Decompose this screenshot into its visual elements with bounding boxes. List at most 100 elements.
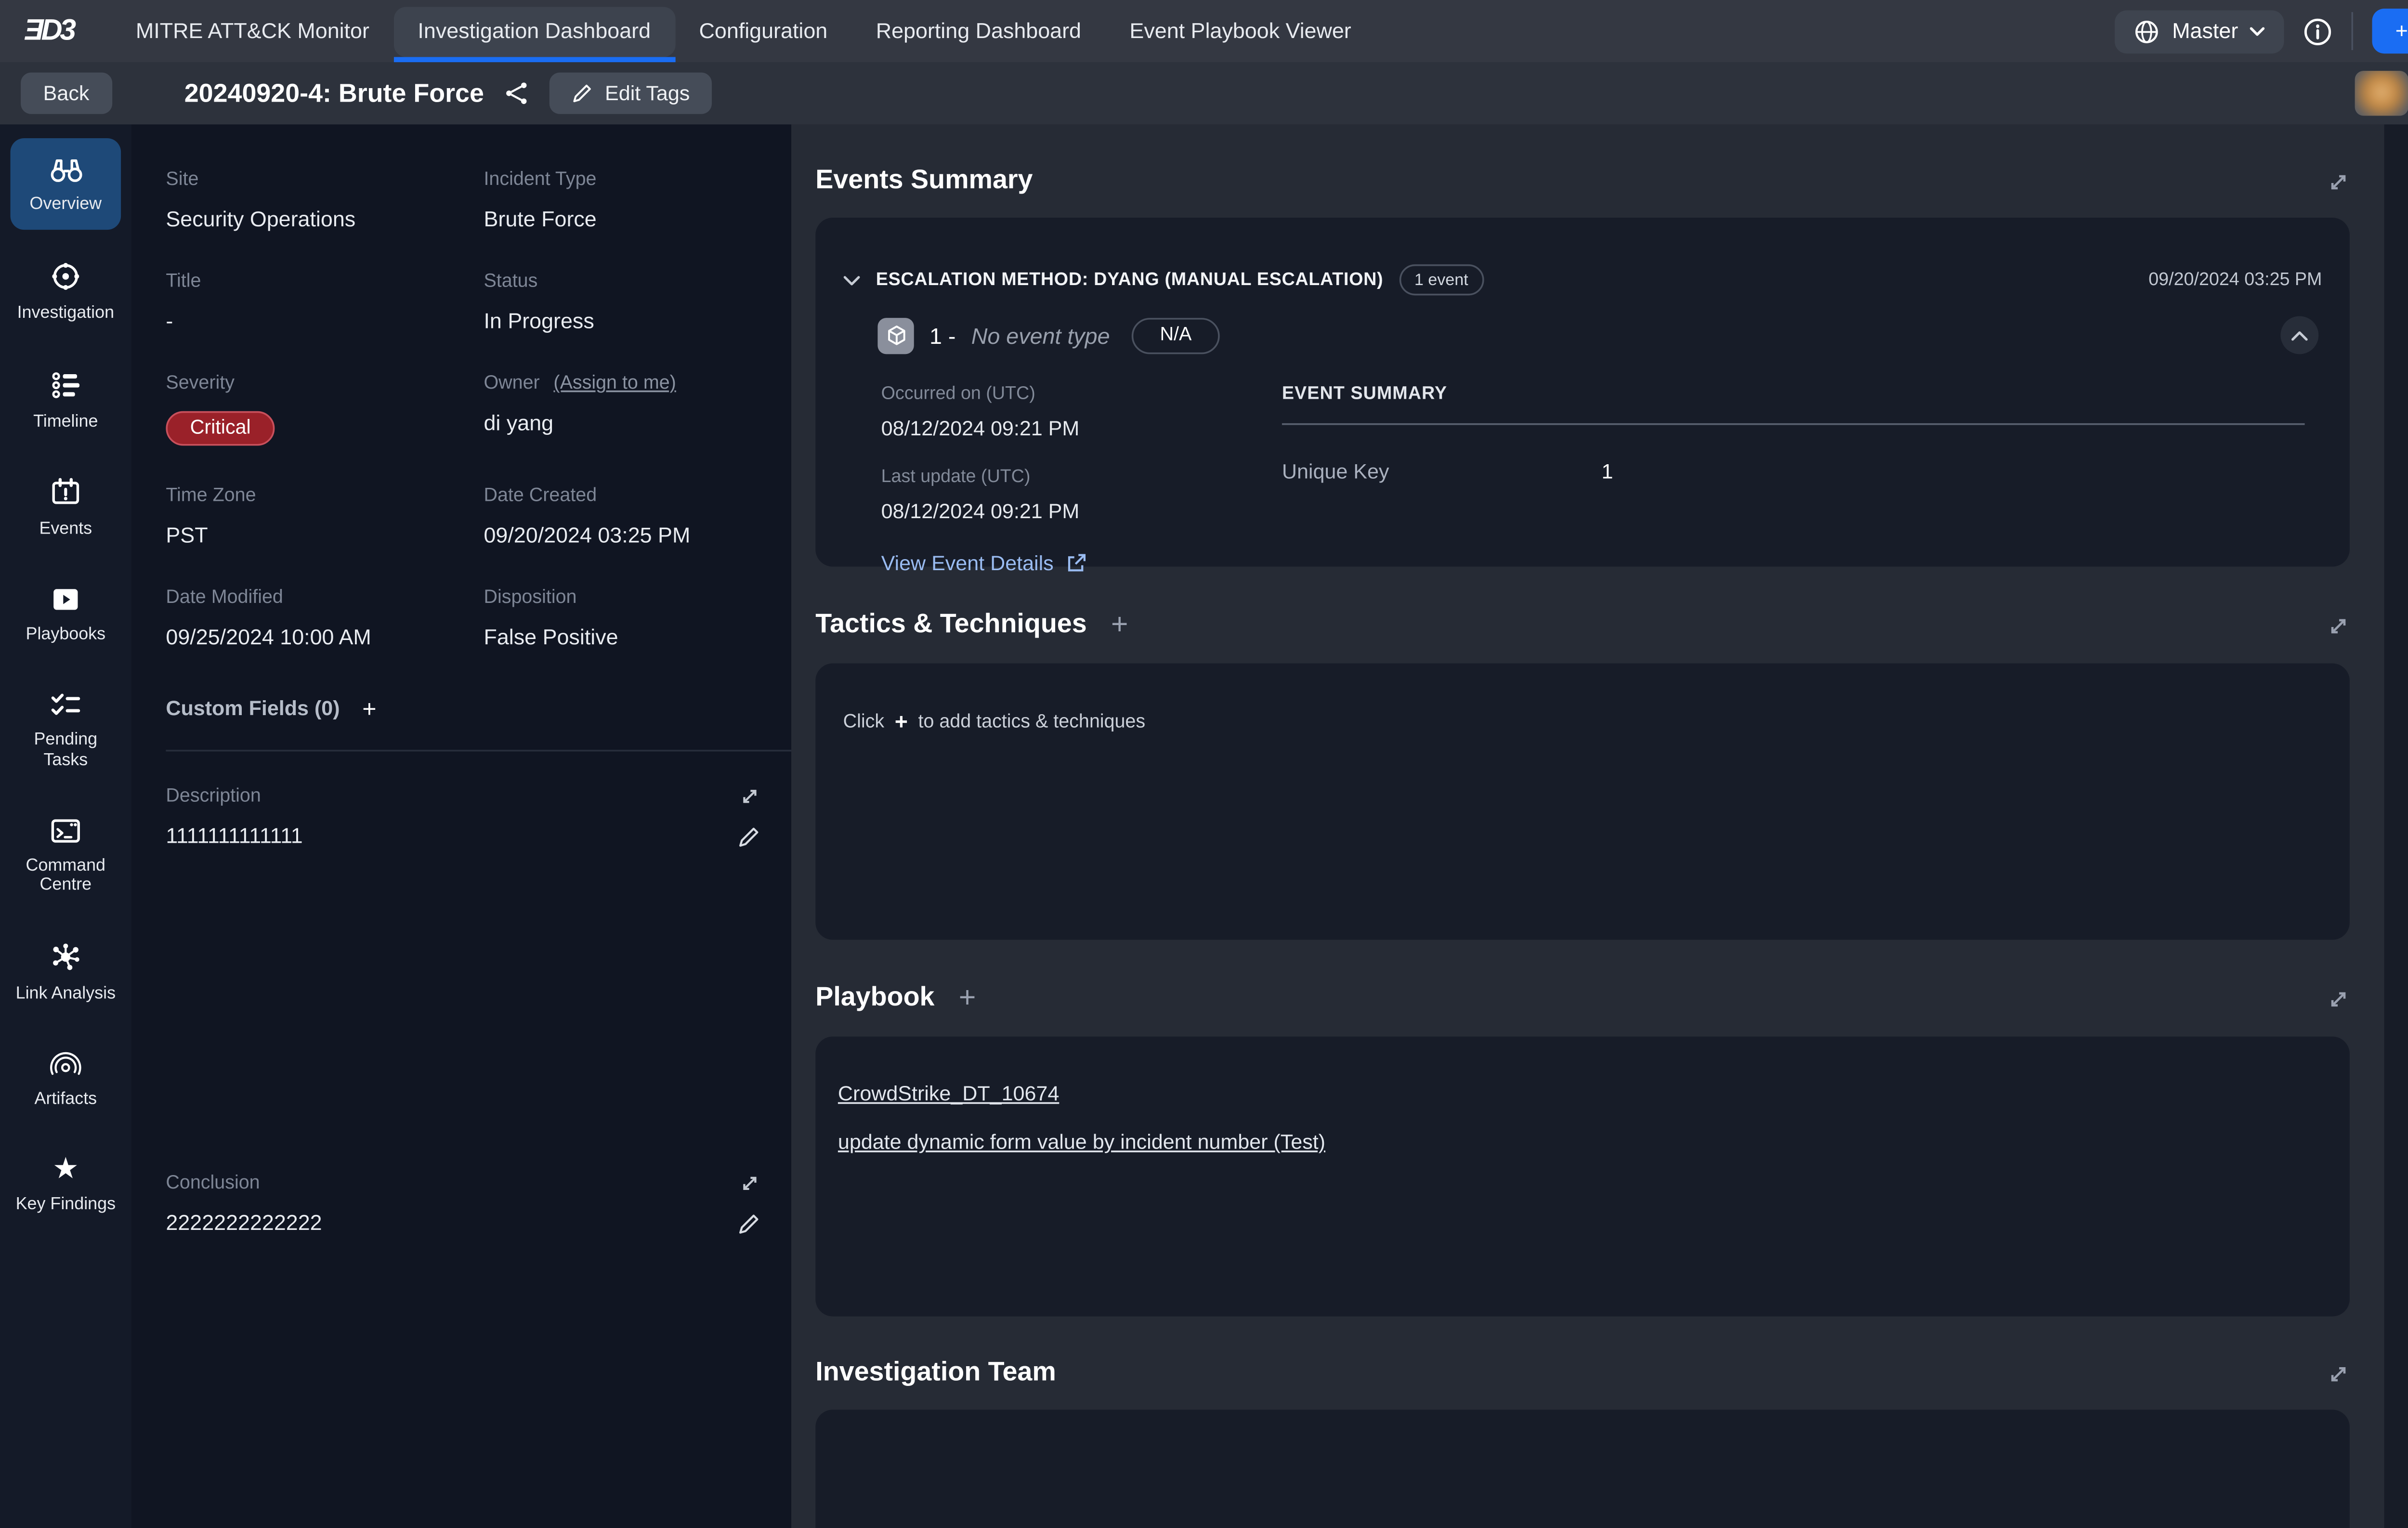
- owner-avatar: [2355, 71, 2408, 116]
- event-group-row[interactable]: ESCALATION METHOD: DYANG (MANUAL ESCALAT…: [843, 264, 2322, 296]
- incident-details-panel: Site Security Operations Incident Type B…: [131, 124, 791, 1528]
- severity-badge[interactable]: Critical: [166, 411, 275, 446]
- edit-description-icon[interactable]: [738, 825, 760, 848]
- investigation-team-title: Investigation Team: [815, 1358, 1056, 1389]
- conclusion-section: Conclusion 2222222222222: [166, 1173, 760, 1235]
- investigation-team-card: [815, 1410, 2350, 1528]
- rail-label: Command Centre: [14, 856, 118, 897]
- tab-reporting-dashboard[interactable]: Reporting Dashboard: [851, 6, 1105, 56]
- expand-icon[interactable]: [2327, 170, 2350, 193]
- divider: [2352, 12, 2354, 50]
- last-update-label: Last update (UTC): [881, 467, 1282, 487]
- playbook-link-update-dynamic-form[interactable]: update dynamic form value by incident nu…: [838, 1130, 1325, 1154]
- rail-item-pending-tasks[interactable]: Pending Tasks: [11, 676, 121, 785]
- overview-content: Events Summary ESCALATION METHOD: DYANG …: [791, 124, 2384, 1528]
- app-window: ƎD3 MITRE ATT&CK Monitor Investigation D…: [0, 0, 2408, 1528]
- target-icon: [48, 259, 83, 293]
- add-custom-field-button[interactable]: +: [362, 694, 376, 722]
- events-summary-header: Events Summary: [815, 166, 2350, 197]
- chevron-down-icon: [2250, 25, 2265, 37]
- overview-module-panel: Overview Module Select from the followin…: [2384, 124, 2408, 1528]
- plus-icon: +: [895, 708, 908, 734]
- occurred-on-label: Occurred on (UTC): [881, 383, 1282, 404]
- field-title: Title -: [166, 271, 484, 333]
- rail-item-investigation[interactable]: Investigation: [11, 245, 121, 338]
- add-playbook-button[interactable]: +: [959, 981, 976, 1016]
- share-icon[interactable]: [505, 81, 529, 105]
- incident-header: Back 20240920-4: Brute Force Edit Tags ×…: [0, 62, 2408, 124]
- event-type-placeholder: No event type: [971, 322, 1110, 348]
- add-tactics-button[interactable]: +: [1111, 608, 1128, 643]
- new-incident-button[interactable]: + Incident: [2373, 9, 2408, 53]
- collapse-event-button[interactable]: [2280, 316, 2318, 354]
- last-update-value: 08/12/2024 09:21 PM: [881, 499, 1282, 523]
- star-icon: ★: [52, 1154, 79, 1185]
- tab-event-playbook-viewer[interactable]: Event Playbook Viewer: [1105, 6, 1375, 56]
- tab-configuration[interactable]: Configuration: [675, 6, 851, 56]
- expand-icon[interactable]: [739, 1173, 760, 1194]
- pencil-icon: [572, 83, 593, 104]
- rail-item-link-analysis[interactable]: Link Analysis: [11, 926, 121, 1019]
- expand-icon[interactable]: [2327, 614, 2350, 637]
- event-row[interactable]: 1 - No event type N/A: [877, 316, 2318, 354]
- expand-icon[interactable]: [2327, 987, 2350, 1010]
- tab-investigation-dashboard[interactable]: Investigation Dashboard: [393, 6, 675, 56]
- conclusion-label: Conclusion: [166, 1173, 260, 1194]
- field-disposition: Disposition False Positive: [484, 588, 760, 650]
- external-link-icon: [1066, 553, 1086, 574]
- terminal-icon: [48, 815, 83, 846]
- tactics-header: Tactics & Techniques +: [815, 608, 2350, 643]
- field-status: Status In Progress: [484, 271, 760, 333]
- assign-to-me-link[interactable]: (Assign to me): [553, 373, 676, 394]
- rail-item-command-centre[interactable]: Command Centre: [11, 801, 121, 911]
- playbook-link-crowdstrike[interactable]: CrowdStrike_DT_10674: [838, 1082, 1059, 1106]
- description-label: Description: [166, 786, 261, 807]
- rail-label: Overview: [30, 195, 102, 215]
- unique-key-label: Unique Key: [1282, 459, 1602, 483]
- field-site: Site Security Operations: [166, 170, 484, 232]
- master-label: Master: [2172, 19, 2238, 43]
- rail-label: Key Findings: [16, 1195, 116, 1215]
- field-incident-type: Incident Type Brute Force: [484, 170, 760, 232]
- rail-item-events[interactable]: Events: [11, 462, 121, 555]
- escalation-method-title: ESCALATION METHOD: DYANG (MANUAL ESCALAT…: [876, 270, 1383, 290]
- edit-tags-button[interactable]: Edit Tags: [550, 73, 712, 114]
- rail-item-artifacts[interactable]: Artifacts: [11, 1035, 121, 1124]
- rail-label: Link Analysis: [16, 985, 116, 1005]
- field-time-zone: Time Zone PST: [166, 485, 484, 548]
- rail-label: Events: [39, 521, 92, 541]
- binoculars-icon: [48, 152, 84, 185]
- playbook-icon: [48, 584, 83, 615]
- playbook-card: CrowdStrike_DT_10674 update dynamic form…: [815, 1036, 2350, 1316]
- tab-mitre-attck-monitor[interactable]: MITRE ATT&CK Monitor: [112, 6, 394, 56]
- divider: [166, 750, 791, 752]
- rail-item-playbooks[interactable]: Playbooks: [11, 571, 121, 660]
- master-site-dropdown[interactable]: Master: [2115, 10, 2285, 53]
- tactics-card: Click + to add tactics & techniques: [815, 664, 2350, 940]
- tactics-empty-note: Click + to add tactics & techniques: [815, 664, 2350, 734]
- rail-item-key-findings[interactable]: ★ Key Findings: [11, 1140, 121, 1229]
- description-value: 1111111111111: [166, 824, 302, 848]
- field-date-created: Date Created 09/20/2024 03:25 PM: [484, 485, 760, 548]
- view-event-details-link[interactable]: View Event Details: [881, 551, 1282, 575]
- back-button[interactable]: Back: [21, 73, 112, 114]
- globe-icon: [2134, 18, 2160, 44]
- expand-icon[interactable]: [2327, 1362, 2350, 1385]
- divider: [1282, 423, 2305, 425]
- event-na-badge: N/A: [1132, 317, 1219, 353]
- investigation-team-header: Investigation Team: [815, 1358, 2350, 1389]
- rail-item-timeline[interactable]: Timeline: [11, 353, 121, 446]
- timeline-icon: [48, 367, 83, 402]
- network-graph-icon: [48, 940, 83, 975]
- expand-icon[interactable]: [739, 786, 760, 807]
- rail-item-overview[interactable]: Overview: [11, 138, 121, 229]
- playbook-title: Playbook: [815, 983, 934, 1014]
- rail-label: Artifacts: [35, 1090, 97, 1110]
- info-icon[interactable]: [2304, 16, 2333, 46]
- description-section: Description 1111111111111: [166, 786, 760, 848]
- edit-conclusion-icon[interactable]: [738, 1212, 760, 1235]
- chevron-up-icon: [2291, 329, 2308, 341]
- rail-label: Timeline: [33, 412, 98, 432]
- incident-title: 20240920-4: Brute Force: [184, 78, 484, 108]
- event-index: 1 -: [929, 322, 955, 348]
